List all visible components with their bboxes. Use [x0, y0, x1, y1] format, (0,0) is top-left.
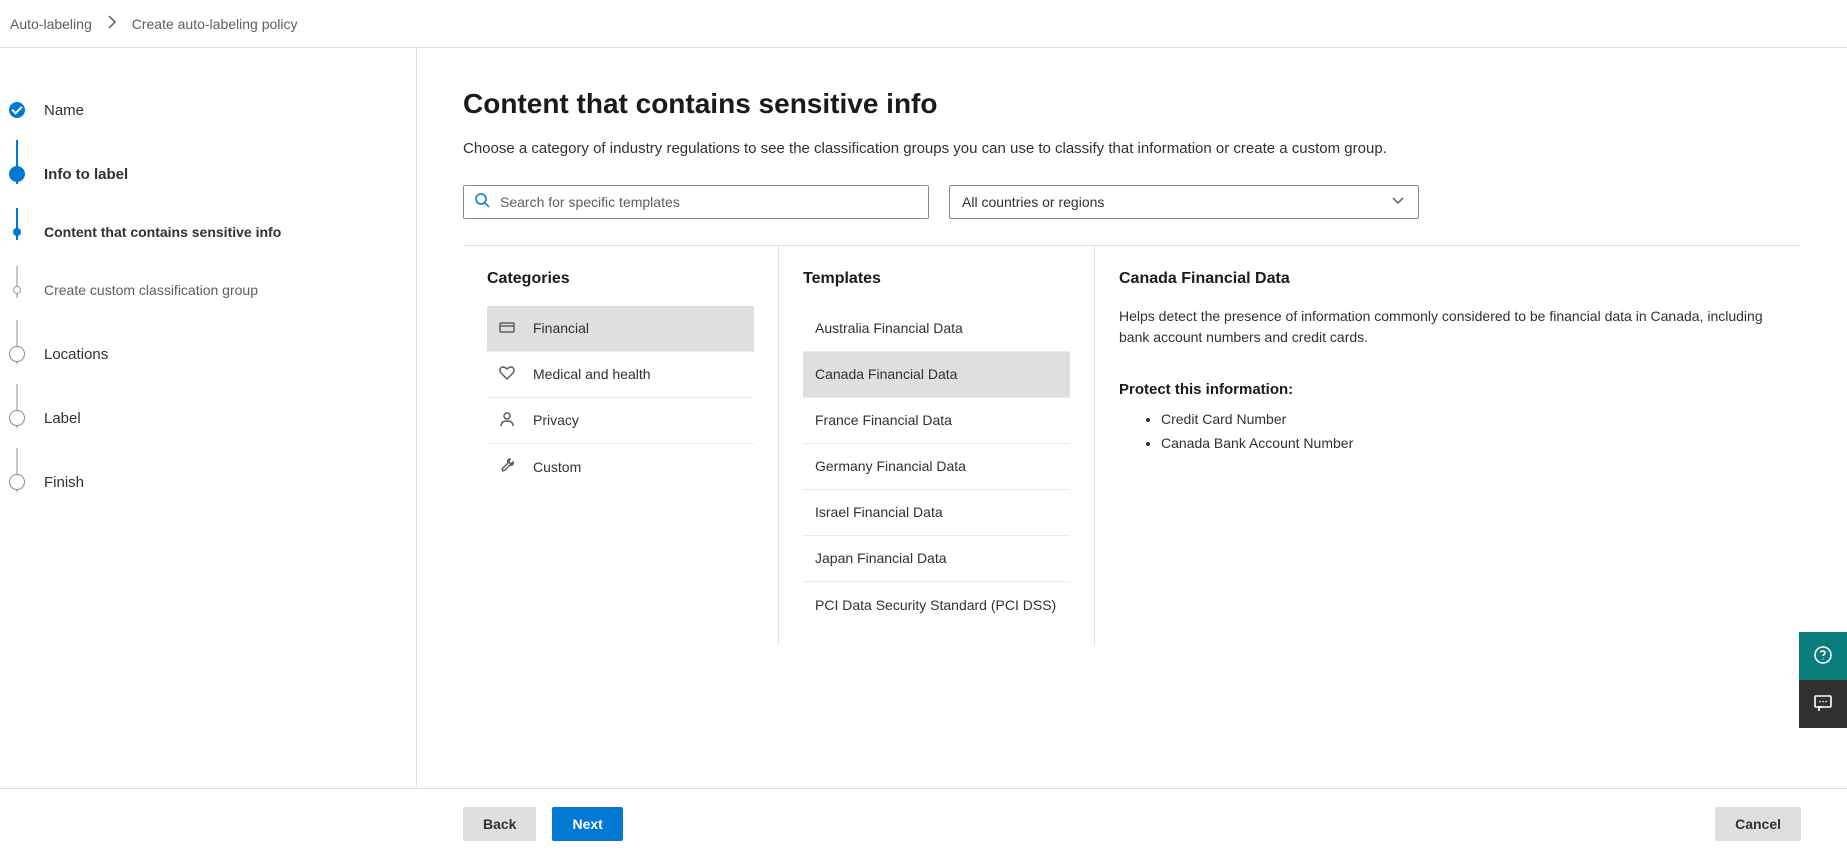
protect-item: Canada Bank Account Number [1161, 432, 1777, 456]
category-label: Financial [533, 320, 589, 336]
breadcrumb-parent[interactable]: Auto-labeling [10, 16, 92, 32]
side-action-buttons [1799, 632, 1847, 728]
category-custom[interactable]: Custom [487, 444, 754, 490]
step-label[interactable]: Label [8, 396, 408, 440]
detail-title: Canada Financial Data [1119, 270, 1777, 288]
person-icon [499, 411, 515, 430]
step-label: Create custom classification group [44, 282, 258, 298]
template-label: Australia Financial Data [815, 320, 963, 336]
template-item[interactable]: Israel Financial Data [803, 490, 1070, 536]
question-icon [1813, 645, 1833, 668]
heart-icon [499, 365, 515, 384]
categories-heading: Categories [487, 270, 754, 288]
step-info-to-label[interactable]: Info to label [8, 152, 408, 196]
template-item[interactable]: PCI Data Security Standard (PCI DSS) [803, 582, 1070, 628]
step-label: Info to label [44, 166, 128, 183]
search-input[interactable] [500, 194, 918, 210]
template-label: Canada Financial Data [815, 366, 957, 382]
pending-step-icon [9, 346, 25, 362]
search-icon [474, 192, 490, 211]
category-label: Custom [533, 459, 581, 475]
template-item[interactable]: France Financial Data [803, 398, 1070, 444]
category-label: Medical and health [533, 366, 651, 382]
cancel-button[interactable]: Cancel [1715, 807, 1801, 841]
template-label: Japan Financial Data [815, 550, 947, 566]
template-item[interactable]: Germany Financial Data [803, 444, 1070, 490]
substep-dot-icon [13, 286, 21, 294]
wrench-icon [499, 457, 515, 476]
help-button[interactable] [1799, 632, 1847, 680]
step-label: Name [44, 102, 84, 119]
main-content: Content that contains sensitive info Cho… [417, 48, 1847, 787]
feedback-icon [1813, 693, 1833, 716]
step-label: Content that contains sensitive info [44, 224, 281, 240]
template-label: Germany Financial Data [815, 458, 966, 474]
template-label: Israel Financial Data [815, 504, 943, 520]
pending-step-icon [9, 474, 25, 490]
back-button[interactable]: Back [463, 807, 536, 841]
detail-description: Helps detect the presence of information… [1119, 306, 1777, 349]
region-dropdown[interactable]: All countries or regions [949, 185, 1419, 219]
template-item[interactable]: Japan Financial Data [803, 536, 1070, 582]
next-button[interactable]: Next [552, 807, 622, 841]
step-label: Label [44, 410, 81, 427]
category-label: Privacy [533, 412, 579, 428]
template-search[interactable] [463, 185, 929, 219]
template-item[interactable]: Australia Financial Data [803, 306, 1070, 352]
category-financial[interactable]: Financial [487, 306, 754, 352]
dropdown-value: All countries or regions [962, 194, 1104, 210]
feedback-button[interactable] [1799, 680, 1847, 728]
protect-heading: Protect this information: [1119, 381, 1777, 398]
protect-list: Credit Card Number Canada Bank Account N… [1119, 408, 1777, 456]
page-title: Content that contains sensitive info [463, 88, 1801, 120]
templates-heading: Templates [803, 270, 1070, 288]
breadcrumb: Auto-labeling Create auto-labeling polic… [0, 0, 1847, 48]
check-icon [9, 102, 25, 118]
template-label: PCI Data Security Standard (PCI DSS) [815, 597, 1056, 613]
category-medical[interactable]: Medical and health [487, 352, 754, 398]
step-label: Finish [44, 474, 84, 491]
wizard-footer: Back Next Cancel [0, 788, 1847, 858]
chevron-right-icon [104, 14, 120, 33]
breadcrumb-current: Create auto-labeling policy [132, 16, 298, 32]
wizard-stepper: Name Info to label Content that contains… [0, 48, 417, 787]
protect-item: Credit Card Number [1161, 408, 1777, 432]
category-privacy[interactable]: Privacy [487, 398, 754, 444]
substep-custom-group[interactable]: Create custom classification group [8, 268, 408, 312]
step-locations[interactable]: Locations [8, 332, 408, 376]
pending-step-icon [9, 410, 25, 426]
detail-column: Canada Financial Data Helps detect the p… [1095, 246, 1801, 645]
chevron-down-icon [1390, 192, 1406, 211]
categories-column: Categories Financial Medical and health [463, 246, 779, 645]
step-finish[interactable]: Finish [8, 460, 408, 504]
substep-dot-icon [13, 228, 21, 236]
page-description: Choose a category of industry regulation… [463, 138, 1463, 161]
step-label: Locations [44, 346, 108, 363]
step-name[interactable]: Name [8, 88, 408, 132]
current-step-icon [9, 166, 25, 182]
credit-card-icon [499, 319, 515, 338]
substep-sensitive-info[interactable]: Content that contains sensitive info [8, 210, 408, 254]
template-label: France Financial Data [815, 412, 952, 428]
template-item[interactable]: Canada Financial Data [803, 352, 1070, 398]
templates-column: Templates Australia Financial Data Canad… [779, 246, 1095, 645]
